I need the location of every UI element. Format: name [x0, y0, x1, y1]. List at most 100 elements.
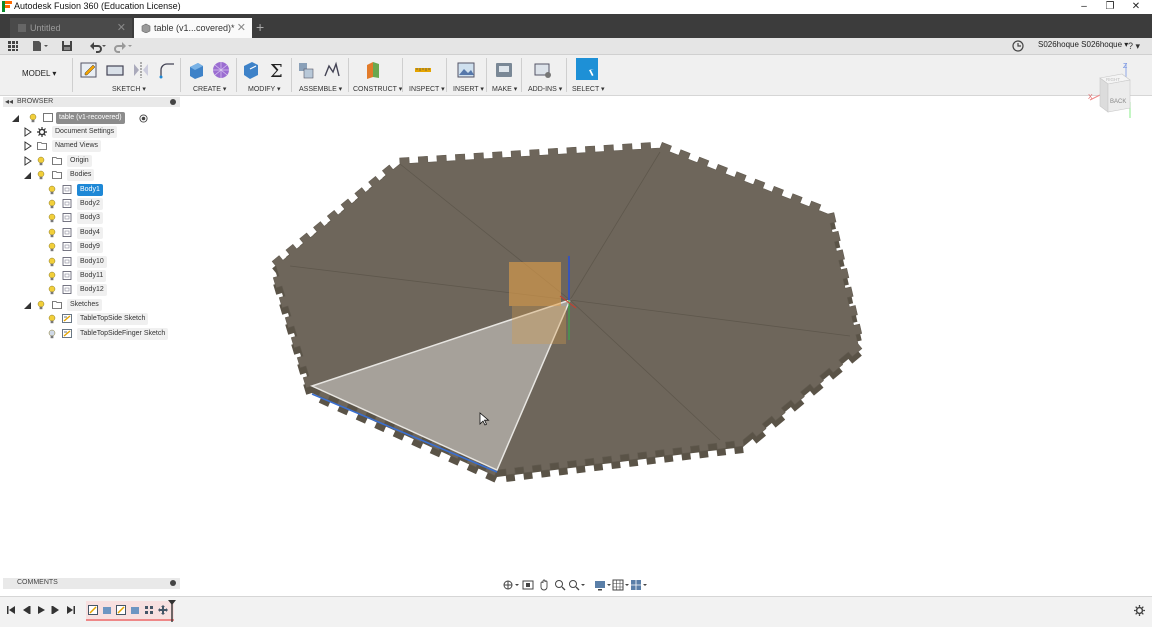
visibility-bulb-icon[interactable]: [48, 257, 56, 267]
rectangle-sketch-icon[interactable]: [105, 60, 125, 80]
visibility-bulb-icon[interactable]: [48, 285, 56, 295]
create-form-icon[interactable]: [211, 60, 231, 80]
joint-icon[interactable]: [322, 60, 342, 80]
compute-sigma-icon[interactable]: Σ: [267, 60, 287, 80]
fillet-sketch-icon[interactable]: [157, 60, 177, 80]
grid-snaps-icon[interactable]: [612, 579, 630, 591]
play-icon[interactable]: [36, 605, 46, 615]
browser-panel-header[interactable]: ◂◂ BROWSER: [3, 97, 180, 107]
collapse-panel-icon[interactable]: ◂◂: [5, 97, 13, 106]
add-ins-menu[interactable]: ADD-INS ▾: [528, 85, 562, 93]
browser-tree-item[interactable]: Named Views: [0, 140, 180, 153]
browser-tree-item[interactable]: Body12: [0, 284, 180, 297]
visibility-bulb-icon[interactable]: [48, 185, 56, 195]
extrude-icon[interactable]: [186, 60, 206, 80]
browser-tree-item[interactable]: Origin: [0, 154, 180, 167]
visibility-bulb-icon[interactable]: [37, 170, 45, 180]
browser-tree-item[interactable]: Body4: [0, 226, 180, 239]
viewports-icon[interactable]: [630, 579, 648, 591]
mirror-sketch-icon[interactable]: [131, 60, 151, 80]
visibility-bulb-icon[interactable]: [48, 271, 56, 281]
new-component-icon[interactable]: [296, 60, 316, 80]
browser-tree-item[interactable]: Document Settings: [0, 126, 180, 138]
inspect-menu[interactable]: INSPECT ▾: [409, 85, 445, 93]
insert-menu[interactable]: INSERT ▾: [453, 85, 484, 93]
tab-table[interactable]: table (v1...covered)* ✕: [134, 18, 252, 38]
browser-tree-item[interactable]: Bodies: [0, 169, 180, 182]
timeline-move-feature-icon[interactable]: [158, 605, 168, 615]
save-icon[interactable]: [61, 39, 73, 53]
orbit-icon[interactable]: [502, 579, 520, 591]
visibility-bulb-icon[interactable]: [37, 156, 45, 166]
create-menu[interactable]: CREATE ▾: [193, 85, 226, 93]
assemble-menu[interactable]: ASSEMBLE ▾: [299, 85, 342, 93]
visibility-bulb-icon[interactable]: [48, 213, 56, 223]
scripts-addins-icon[interactable]: [533, 60, 553, 80]
display-settings-icon[interactable]: [594, 579, 612, 591]
visibility-bulb-icon[interactable]: [48, 242, 56, 252]
data-panel-grid-icon[interactable]: [7, 39, 19, 53]
timeline-sketch-feature-icon[interactable]: [88, 605, 98, 615]
table-top-side-face[interactable]: [272, 149, 862, 483]
tab-close-icon[interactable]: ✕: [237, 18, 246, 38]
construct-menu[interactable]: CONSTRUCT ▾: [353, 85, 402, 93]
expand-triangle-icon[interactable]: [24, 155, 32, 167]
timeline-extrude-feature-icon[interactable]: [130, 605, 140, 615]
browser-tree-item[interactable]: Body2: [0, 198, 180, 210]
hexagonal-table-top-body[interactable]: [271, 142, 863, 483]
insert-image-icon[interactable]: [456, 60, 476, 80]
browser-tree-item[interactable]: Body3: [0, 212, 180, 225]
browser-tree-item[interactable]: Body11: [0, 270, 180, 282]
go-to-end-icon[interactable]: [66, 605, 76, 615]
table-top-face[interactable]: [271, 142, 863, 476]
timeline-settings-gear-icon[interactable]: [1134, 605, 1145, 616]
minimize-button[interactable]: –: [1070, 0, 1098, 14]
timeline-marker[interactable]: [168, 600, 176, 622]
browser-root-component[interactable]: table (v1-recovered): [0, 112, 180, 124]
expand-triangle-icon[interactable]: [24, 126, 32, 138]
viewcube-top-face[interactable]: RIGHT: [1106, 77, 1120, 82]
visibility-bulb-icon[interactable]: [48, 199, 56, 209]
new-tab-button[interactable]: +: [256, 20, 268, 34]
collapse-triangle-icon[interactable]: [24, 299, 32, 311]
visibility-bulb-icon[interactable]: [48, 329, 56, 339]
create-sketch-icon[interactable]: [79, 60, 99, 80]
offset-plane-icon[interactable]: [364, 60, 384, 80]
zoom-icon[interactable]: [554, 579, 566, 591]
close-button[interactable]: ✕: [1122, 0, 1150, 14]
visibility-bulb-icon[interactable]: [48, 314, 56, 324]
make-menu[interactable]: MAKE ▾: [492, 85, 517, 93]
user-account-menu[interactable]: S026hoque S026hoque ▾: [1038, 40, 1128, 49]
sketch-menu[interactable]: SKETCH ▾: [112, 85, 146, 93]
collapse-triangle-icon[interactable]: [12, 112, 20, 124]
modify-menu[interactable]: MODIFY ▾: [248, 85, 281, 93]
panel-pin-icon[interactable]: [170, 580, 176, 586]
job-status-clock-icon[interactable]: [1012, 39, 1024, 53]
origin-plane-xz[interactable]: [512, 306, 566, 344]
step-forward-icon[interactable]: [51, 605, 61, 615]
activate-radio-icon[interactable]: [139, 114, 148, 123]
3d-print-icon[interactable]: [494, 60, 514, 80]
tab-close-icon[interactable]: ✕: [117, 18, 126, 38]
comments-panel-header[interactable]: COMMENTS: [3, 578, 180, 589]
tab-untitled[interactable]: Untitled ✕: [10, 18, 132, 38]
visibility-bulb-icon[interactable]: [29, 113, 37, 123]
step-back-icon[interactable]: [21, 605, 31, 615]
timeline-pattern-feature-icon[interactable]: [144, 605, 154, 615]
undo-icon[interactable]: [86, 39, 106, 53]
origin-plane-xy[interactable]: [509, 262, 561, 306]
look-at-icon[interactable]: [522, 579, 534, 591]
workspace-selector[interactable]: MODEL ▾: [22, 69, 56, 78]
expand-triangle-icon[interactable]: [24, 140, 32, 152]
go-to-start-icon[interactable]: [6, 605, 16, 615]
collapse-triangle-icon[interactable]: [24, 169, 32, 181]
timeline-sketch-feature-icon[interactable]: [116, 605, 126, 615]
browser-tree-item[interactable]: Body9: [0, 241, 180, 254]
browser-tree-item[interactable]: TableTopSideFinger Sketch: [0, 327, 180, 340]
pan-hand-icon[interactable]: [538, 579, 550, 591]
zoom-window-icon[interactable]: [568, 579, 586, 591]
restore-button[interactable]: ❐: [1096, 0, 1124, 14]
viewcube-face-label[interactable]: BACK: [1110, 99, 1126, 105]
viewcube[interactable]: Z X RIGHT BACK: [1088, 60, 1138, 120]
select-menu[interactable]: SELECT ▾: [572, 85, 605, 93]
